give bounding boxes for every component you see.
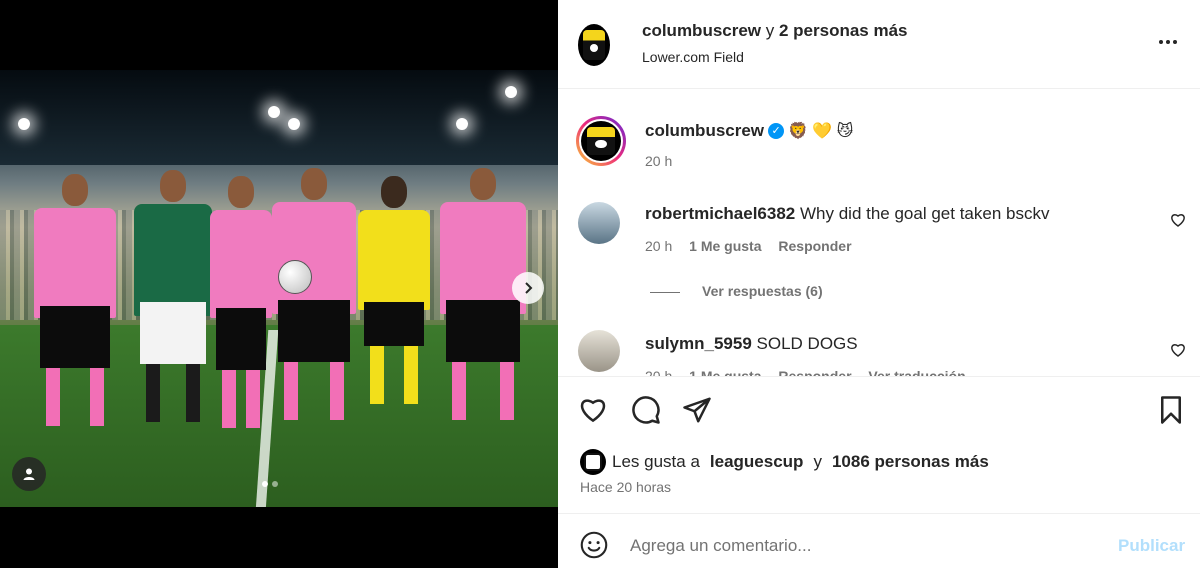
comment-composer: Publicar <box>558 513 1200 568</box>
caption-text: 🦁 💛 😼 <box>788 123 854 140</box>
publish-button[interactable]: Publicar <box>1118 536 1185 556</box>
carousel-indicator <box>262 481 278 487</box>
reply-button[interactable]: Responder <box>778 238 851 254</box>
columbus-crew-logo <box>582 30 606 60</box>
caption-username[interactable]: columbuscrew <box>645 121 764 140</box>
comment-time[interactable]: 20 h <box>645 368 672 376</box>
user-tag-icon <box>23 468 35 480</box>
post-timestamp[interactable]: Hace 20 horas <box>580 479 671 495</box>
referee-figure <box>210 176 272 428</box>
player-figure <box>358 176 430 404</box>
likes-summary: Les gusta a leaguescup y 1086 personas más <box>580 449 989 475</box>
post-location[interactable]: Lower.com Field <box>642 49 744 65</box>
avatar[interactable] <box>578 202 620 244</box>
comment-text: SOLD DOGS <box>756 334 858 353</box>
verified-badge-icon: ✓ <box>768 122 785 139</box>
caption-time[interactable]: 20 h <box>645 153 672 169</box>
avatar[interactable] <box>576 116 626 166</box>
carousel-next-button[interactable] <box>512 272 544 304</box>
avatar[interactable] <box>578 24 610 66</box>
player-figure <box>134 170 212 422</box>
post-media-panel <box>0 0 558 568</box>
soccer-ball <box>278 260 312 294</box>
referee-figure <box>272 168 356 420</box>
comment-text: Why did the goal get taken bsckv <box>799 204 1050 223</box>
tagged-users-button[interactable] <box>12 457 46 491</box>
carousel-dot <box>272 481 278 487</box>
comment-username[interactable]: sulymn_5959 <box>645 334 752 353</box>
view-replies-button[interactable]: Ver respuestas (6) <box>650 283 823 299</box>
leaguescup-logo <box>583 452 603 472</box>
avatar[interactable] <box>578 330 620 372</box>
coauthors-link[interactable]: 2 personas más <box>779 21 908 40</box>
post-side-panel: columbuscrew y 2 personas más Lower.com … <box>558 0 1200 568</box>
send-icon[interactable] <box>682 395 712 425</box>
comments-list[interactable]: columbuscrew ✓ 🦁 💛 😼 20 h robertmichael638… <box>558 90 1200 376</box>
reply-button[interactable]: Responder <box>778 368 851 376</box>
comment-input[interactable] <box>630 528 1100 564</box>
comment-bubble-icon[interactable] <box>631 395 661 425</box>
translate-button[interactable]: Ver traducción <box>868 368 965 376</box>
heart-icon[interactable] <box>578 395 608 425</box>
likes-count-link[interactable]: 1086 personas más <box>832 452 989 472</box>
comment-likes[interactable]: 1 Me gusta <box>689 238 761 254</box>
bookmark-icon[interactable] <box>1156 395 1186 425</box>
post-header: columbuscrew y 2 personas más Lower.com … <box>558 0 1200 89</box>
liker-username[interactable]: leaguescup <box>710 452 804 472</box>
comment-username[interactable]: robertmichael6382 <box>645 204 795 223</box>
post-authors: columbuscrew y 2 personas más <box>642 21 908 40</box>
heart-icon[interactable] <box>1170 342 1186 358</box>
heart-icon[interactable] <box>1170 212 1186 228</box>
avatar[interactable] <box>580 449 606 475</box>
referee-figure <box>34 174 116 426</box>
smiley-icon[interactable] <box>580 531 608 559</box>
chevron-right-icon <box>525 282 533 294</box>
comment-time[interactable]: 20 h <box>645 238 672 254</box>
carousel-dot-active <box>262 481 268 487</box>
referee-figure <box>440 168 526 420</box>
more-options-icon[interactable] <box>1156 30 1180 54</box>
columbus-crew-logo <box>587 127 615 155</box>
post-photo <box>0 70 558 507</box>
author-username[interactable]: columbuscrew <box>642 21 761 40</box>
comment-likes[interactable]: 1 Me gusta <box>689 368 761 376</box>
post-actions: Les gusta a leaguescup y 1086 personas más … <box>558 376 1200 512</box>
